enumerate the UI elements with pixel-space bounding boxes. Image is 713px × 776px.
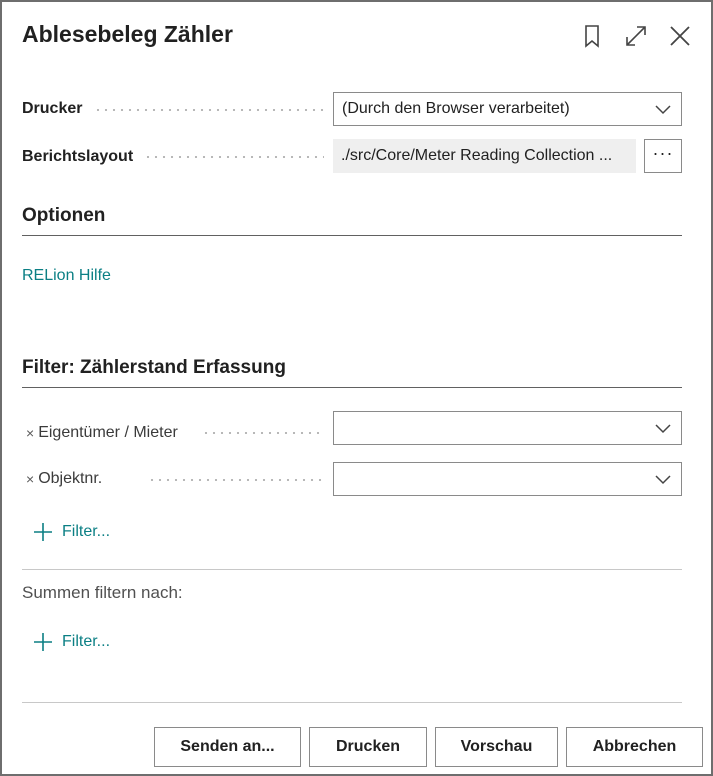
expand-icon[interactable] xyxy=(622,22,650,50)
filter-field-label: × Objektnr. xyxy=(26,470,102,488)
totals-filter-title: Summen filtern nach: xyxy=(22,583,183,602)
preview-button[interactable]: Vorschau xyxy=(435,727,558,767)
options-section-title: Optionen xyxy=(22,205,106,226)
chevron-down-icon xyxy=(655,105,671,115)
chevron-down-icon xyxy=(655,475,671,485)
cancel-button[interactable]: Abbrechen xyxy=(566,727,703,767)
dialog-title: Ablesebeleg Zähler xyxy=(22,21,233,47)
report-request-dialog: Ablesebeleg Zähler Drucker (Durch den Br… xyxy=(0,0,713,776)
layout-lookup-button[interactable]: ··· xyxy=(644,139,682,173)
filter-dots xyxy=(202,432,324,434)
printer-label: Drucker xyxy=(22,100,82,118)
layout-value: ./src/Core/Meter Reading Collection ... xyxy=(333,139,636,173)
plus-icon xyxy=(34,523,52,541)
printer-dots xyxy=(94,109,324,111)
layout-label: Berichtslayout xyxy=(22,148,133,166)
filter-dots xyxy=(148,479,324,481)
layout-dots xyxy=(144,156,324,158)
options-divider xyxy=(22,235,682,236)
chevron-down-icon xyxy=(655,424,671,434)
remove-filter-icon[interactable]: × xyxy=(26,425,34,441)
filter-field-label: × Eigentümer / Mieter xyxy=(26,424,178,442)
add-filter-button[interactable]: Filter... xyxy=(32,521,110,543)
printer-label-text: Drucker xyxy=(22,100,83,117)
add-filter-label: Filter... xyxy=(62,523,111,540)
printer-select-value: (Durch den Browser verarbeitet) xyxy=(342,100,570,117)
filter-section-title: Filter: Zählerstand Erfassung xyxy=(22,357,286,378)
object-no-filter-select[interactable] xyxy=(333,462,682,496)
add-totals-filter-label: Filter... xyxy=(62,633,111,650)
print-button[interactable]: Drucken xyxy=(309,727,427,767)
add-totals-filter-button[interactable]: Filter... xyxy=(32,631,110,653)
filter-object-no-label: Objektnr. xyxy=(38,470,103,487)
totals-divider xyxy=(22,569,682,570)
printer-select[interactable]: (Durch den Browser verarbeitet) xyxy=(333,92,682,126)
bookmark-icon[interactable] xyxy=(578,22,606,50)
layout-label-text: Berichtslayout xyxy=(22,148,134,165)
close-icon[interactable] xyxy=(666,22,694,50)
owner-tenant-filter-select[interactable] xyxy=(333,411,682,445)
footer-divider xyxy=(22,702,682,703)
filter-owner-tenant-label: Eigentümer / Mieter xyxy=(38,424,178,441)
filter-divider xyxy=(22,387,682,388)
relion-help-link[interactable]: RELion Hilfe xyxy=(22,267,111,285)
send-to-button[interactable]: Senden an... xyxy=(154,727,301,767)
plus-icon xyxy=(34,633,52,651)
remove-filter-icon[interactable]: × xyxy=(26,471,34,487)
